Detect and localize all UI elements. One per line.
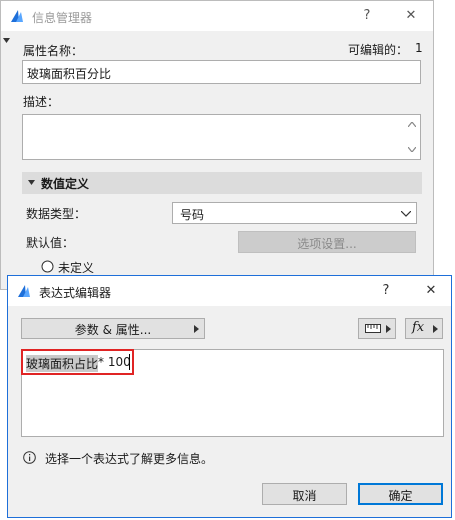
expression-input[interactable]: 玻璃面积占比 * 100 — [21, 349, 444, 437]
data-type-select[interactable]: 号码 — [172, 202, 417, 224]
options-settings-label: 选项设置... — [297, 237, 357, 251]
text-cursor — [129, 354, 130, 370]
property-name-label: 属性名称： — [23, 44, 84, 58]
options-settings-button: 选项设置... — [238, 231, 416, 253]
editable-label: 可编辑的： — [348, 43, 409, 57]
app-logo-icon — [11, 10, 23, 22]
dialog-footer: 取消 确定 — [8, 470, 451, 517]
close-button[interactable]: ✕ — [399, 5, 423, 27]
default-value-label: 默认值： — [26, 236, 75, 250]
info-manager-titlebar: 信息管理器 ? ✕ — [1, 1, 433, 31]
chevron-right-icon — [194, 325, 199, 333]
section-title: 数值定义 — [41, 177, 90, 191]
expression-editor-window: 表达式编辑器 ? ✕ 参数 & 属性... fx 玻璃面积占比 * 100 选择… — [7, 275, 452, 518]
description-textarea[interactable] — [22, 114, 421, 160]
function-icon: fx — [412, 320, 424, 335]
ok-button[interactable]: 确定 — [358, 483, 443, 505]
chevron-right-icon — [386, 325, 391, 333]
data-type-value: 号码 — [180, 208, 205, 222]
parameters-attributes-label: 参数 & 属性... — [74, 323, 152, 337]
cancel-button-label: 取消 — [292, 489, 317, 503]
expression-editor-titlebar: 表达式编辑器 ? ✕ — [8, 276, 451, 306]
editable-count: 1 — [415, 41, 423, 55]
cancel-button[interactable]: 取消 — [262, 483, 347, 505]
undefined-option-label: 未定义 — [58, 261, 95, 275]
info-text: 选择一个表达式了解更多信息。 — [45, 452, 214, 466]
ok-button-label: 确定 — [388, 489, 413, 503]
scroll-up-icon[interactable] — [408, 122, 416, 127]
value-definition-header[interactable]: 数值定义 — [22, 172, 422, 194]
units-button[interactable] — [358, 318, 396, 339]
collapse-arrow-icon[interactable] — [3, 38, 10, 44]
expression-operator: * 100 — [98, 355, 131, 369]
function-icon-label: fx — [412, 320, 425, 335]
chevron-right-icon — [433, 325, 438, 333]
expression-token[interactable]: 玻璃面积占比 — [26, 355, 99, 372]
chevron-down-icon — [401, 211, 411, 217]
app-logo-icon — [18, 285, 30, 297]
info-manager-window: 信息管理器 ? ✕ 属性名称： 可编辑的： 1 玻璃面积百分比 描述： 数值定义… — [0, 0, 434, 290]
data-type-label: 数据类型： — [26, 207, 87, 221]
parameters-attributes-button[interactable]: 参数 & 属性... — [21, 318, 205, 339]
section-collapse-icon — [28, 180, 35, 185]
info-icon — [23, 451, 36, 464]
description-label: 描述： — [23, 95, 60, 109]
ruler-icon — [365, 324, 381, 333]
functions-button[interactable]: fx — [405, 318, 443, 339]
property-name-input[interactable]: 玻璃面积百分比 — [22, 60, 421, 84]
undefined-radio[interactable] — [41, 260, 54, 273]
property-name-value: 玻璃面积百分比 — [27, 67, 112, 81]
scroll-down-icon[interactable] — [408, 147, 416, 152]
help-button[interactable]: ? — [374, 280, 398, 302]
expression-editor-title: 表达式编辑器 — [39, 286, 112, 300]
close-button[interactable]: ✕ — [419, 280, 443, 302]
info-manager-title: 信息管理器 — [32, 11, 93, 25]
help-button[interactable]: ? — [355, 5, 379, 27]
description-scrollbar[interactable] — [404, 115, 420, 159]
